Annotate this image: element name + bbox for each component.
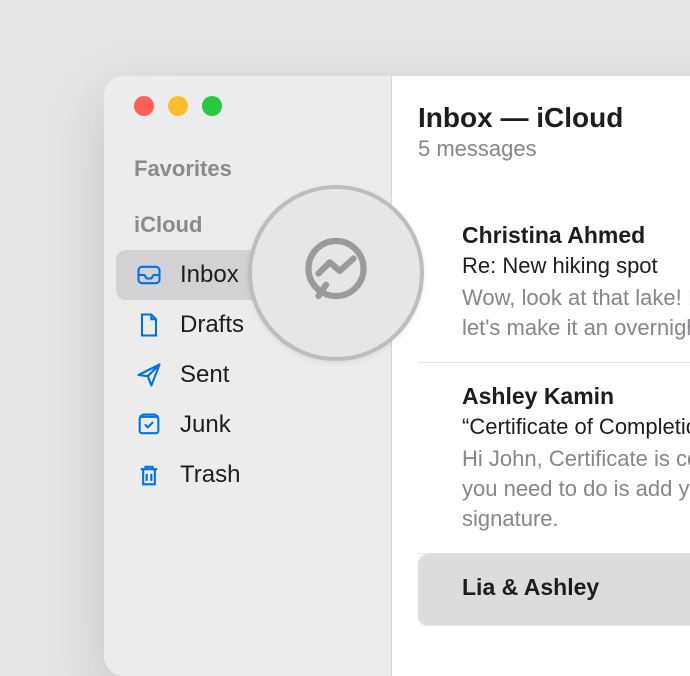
messenger-callout-badge [248, 185, 424, 361]
sidebar-item-label: Inbox [180, 261, 239, 289]
message-list-pane: Inbox — iCloud 5 messages Christina Ahme… [392, 76, 690, 676]
message-item[interactable]: Ashley Kamin “Certificate of Completion”… [418, 363, 690, 554]
paperplane-icon [134, 360, 164, 390]
message-item[interactable]: Lia & Ashley [418, 554, 690, 626]
sidebar-item-label: Junk [180, 411, 231, 439]
message-from: Lia & Ashley [462, 574, 690, 601]
sidebar-item-junk[interactable]: Junk [104, 400, 391, 450]
window-controls [104, 96, 391, 116]
close-window-button[interactable] [134, 96, 154, 116]
message-subject: “Certificate of Completion” [462, 414, 690, 440]
mail-window: Favorites iCloud Inbox Drafts 1 [104, 76, 690, 676]
message-subject: Re: New hiking spot [462, 253, 690, 279]
fullscreen-window-button[interactable] [202, 96, 222, 116]
message-preview: Wow, look at that lake! I agree, let's m… [462, 283, 690, 342]
sidebar-item-label: Sent [180, 361, 229, 389]
sidebar-item-label: Trash [180, 461, 240, 489]
inbox-icon [134, 260, 164, 290]
page-title: Inbox — iCloud [418, 102, 690, 134]
trash-icon [134, 460, 164, 490]
message-from: Ashley Kamin [462, 383, 690, 410]
favorites-heading: Favorites [104, 156, 391, 182]
message-count: 5 messages [418, 136, 690, 162]
minimize-window-button[interactable] [168, 96, 188, 116]
message-item[interactable]: Christina Ahmed Re: New hiking spot Wow,… [418, 202, 690, 363]
message-preview: Hi John, Certificate is complete. All yo… [462, 444, 690, 533]
sidebar-item-label: Drafts [180, 311, 244, 339]
document-icon [134, 310, 164, 340]
junk-icon [134, 410, 164, 440]
sidebar: Favorites iCloud Inbox Drafts 1 [104, 76, 392, 676]
messenger-icon [296, 231, 376, 316]
message-from: Christina Ahmed [462, 222, 690, 249]
sidebar-item-trash[interactable]: Trash [104, 450, 391, 500]
